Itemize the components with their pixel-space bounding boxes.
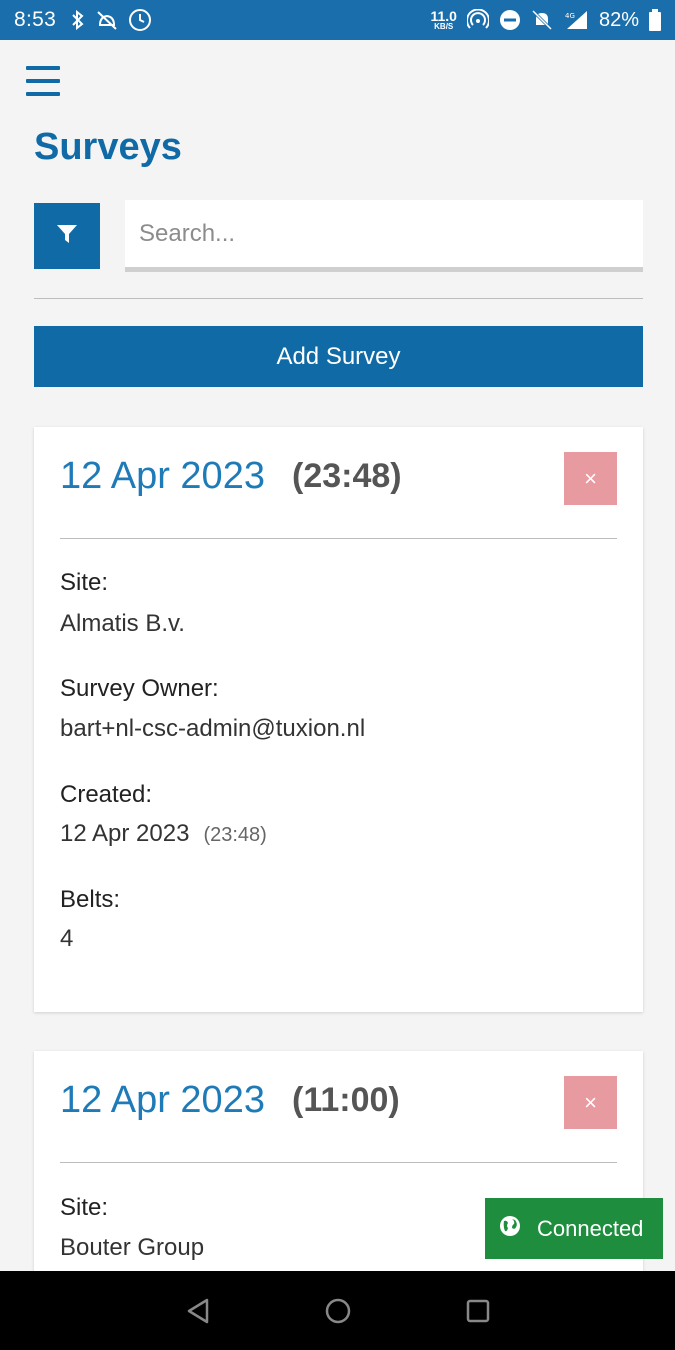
status-bar: 8:53 11.0 KB/S 4G 82% <box>0 0 675 40</box>
connection-status-label: Connected <box>537 1215 644 1241</box>
clock-icon <box>128 8 152 32</box>
survey-time: (23:48) <box>292 457 402 495</box>
created-value: 12 Apr 2023 (23:48) <box>60 820 267 848</box>
survey-owner-label: Survey Owner: <box>60 675 219 702</box>
battery-percent: 82% <box>598 8 639 31</box>
page-title: Surveys <box>34 126 182 168</box>
survey-time: (11:00) <box>292 1081 400 1119</box>
filter-icon <box>56 224 78 249</box>
svg-text:4G: 4G <box>565 12 575 20</box>
bluetooth-icon <box>70 10 86 30</box>
filter-button[interactable] <box>34 203 100 269</box>
created-label: Created: <box>60 781 153 808</box>
search-field <box>125 200 643 272</box>
survey-date: 12 Apr 2023 <box>60 1079 265 1121</box>
hotspot-icon <box>466 9 489 31</box>
signal-4g-icon: 4G <box>563 9 589 31</box>
belts-value: 4 <box>60 925 74 952</box>
belts-label: Belts: <box>60 886 121 913</box>
survey-owner-value: bart+nl-csc-admin@tuxion.nl <box>60 715 366 742</box>
system-nav-bar <box>0 1271 675 1350</box>
recents-square-icon[interactable] <box>458 1291 498 1331</box>
survey-card[interactable]: 12 Apr 2023 (23:48) × Site: Almatis B.v.… <box>34 427 643 1012</box>
site-value: Almatis B.v. <box>60 610 185 637</box>
battery-icon <box>649 9 661 31</box>
delete-survey-button[interactable]: × <box>564 452 617 505</box>
back-triangle-icon[interactable] <box>178 1291 218 1331</box>
site-label: Site: <box>60 569 109 596</box>
site-label: Site: <box>60 1194 109 1221</box>
divider <box>60 1162 617 1163</box>
hamburger-menu-icon[interactable] <box>26 66 60 96</box>
home-circle-icon[interactable] <box>318 1291 358 1331</box>
survey-date: 12 Apr 2023 <box>60 455 265 497</box>
site-value: Bouter Group <box>60 1234 205 1261</box>
alarm-off-icon <box>96 10 118 30</box>
notifications-off-icon <box>531 9 553 31</box>
do-not-disturb-icon <box>499 9 521 31</box>
search-input[interactable] <box>125 200 643 267</box>
connection-status-toast: Connected <box>485 1198 663 1259</box>
status-time: 8:53 <box>14 8 57 31</box>
globe-icon <box>499 1215 521 1243</box>
delete-survey-button[interactable]: × <box>564 1076 617 1129</box>
network-speed: 11.0 KB/S <box>430 8 457 31</box>
add-survey-button[interactable]: Add Survey <box>34 326 643 387</box>
divider <box>60 538 617 539</box>
created-date: 12 Apr 2023 <box>60 820 190 847</box>
divider <box>34 298 643 299</box>
created-time: (23:48) <box>203 824 267 846</box>
